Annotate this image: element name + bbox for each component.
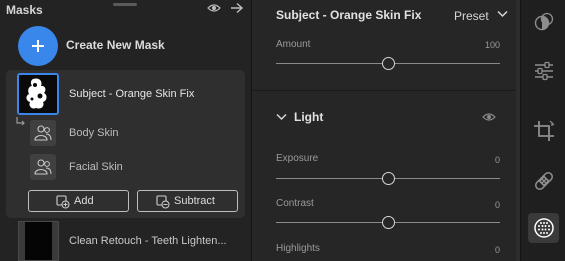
chevron-down-icon[interactable] [497, 10, 508, 18]
mask-shape-image [19, 75, 57, 113]
chevron-down-icon[interactable] [276, 113, 287, 121]
section-divider [252, 90, 516, 91]
add-button[interactable]: Add [28, 190, 129, 212]
eye-icon[interactable] [207, 3, 221, 13]
contrast-slider-knob[interactable] [381, 216, 395, 229]
subtract-button-label: Subtract [174, 195, 215, 207]
people-icon [34, 125, 52, 141]
contrast-label: Contrast [276, 198, 314, 209]
mask-name-clean-retouch[interactable]: Clean Retouch - Teeth Lighten... [69, 235, 227, 247]
facial-skin-component-icon[interactable] [30, 154, 56, 180]
crop-icon[interactable] [533, 120, 555, 142]
amount-value[interactable]: 100 [485, 40, 500, 50]
create-new-mask-button[interactable] [18, 26, 58, 66]
tool-strip [520, 0, 565, 261]
add-button-label: Add [74, 195, 94, 207]
mask-thumbnail-clean-retouch[interactable] [18, 221, 59, 261]
masks-panel-title: Masks [6, 3, 43, 17]
component-label-facial-skin[interactable]: Facial Skin [69, 161, 123, 173]
add-mask-icon [56, 195, 70, 209]
healing-bandage-icon[interactable] [533, 170, 555, 192]
component-label-body-skin[interactable]: Body Skin [69, 127, 119, 139]
amount-slider-knob[interactable] [381, 57, 395, 70]
exposure-slider-knob[interactable] [381, 172, 395, 185]
subitem-arrow-icon [16, 117, 25, 126]
contrast-value[interactable]: 0 [495, 200, 500, 210]
mask-name-subject[interactable]: Subject - Orange Skin Fix [69, 88, 194, 100]
exposure-label: Exposure [276, 153, 319, 164]
subtract-button[interactable]: Subtract [137, 190, 238, 212]
masks-panel: Masks Create New Mask Subject - Orange S… [0, 0, 251, 261]
subtract-mask-icon [156, 195, 170, 209]
highlights-value[interactable]: 0 [495, 245, 500, 255]
preset-dropdown[interactable]: Preset [454, 9, 489, 23]
edit-sliders-icon[interactable] [533, 60, 555, 82]
masking-icon[interactable] [533, 217, 555, 239]
body-skin-component-icon[interactable] [30, 120, 56, 146]
amount-label: Amount [276, 39, 311, 50]
presets-icon[interactable] [533, 11, 555, 33]
light-section-title[interactable]: Light [294, 110, 323, 124]
mask-thumbnail-selected[interactable] [17, 73, 59, 115]
mask-adjust-panel: Subject - Orange Skin Fix Preset Amount … [252, 0, 520, 261]
close-panel-arrow-icon[interactable] [230, 2, 244, 14]
create-new-mask-label[interactable]: Create New Mask [66, 38, 165, 52]
selected-mask-group: Subject - Orange Skin Fix Body Skin Faci… [6, 70, 245, 218]
plus-icon [32, 40, 44, 52]
mask-preview-image [19, 222, 58, 260]
eye-icon[interactable] [482, 112, 496, 122]
exposure-value[interactable]: 0 [495, 155, 500, 165]
adjust-panel-title: Subject - Orange Skin Fix [276, 8, 422, 22]
panel-drag-handle[interactable] [113, 3, 137, 6]
highlights-label: Highlights [276, 243, 320, 254]
people-icon [34, 159, 52, 175]
